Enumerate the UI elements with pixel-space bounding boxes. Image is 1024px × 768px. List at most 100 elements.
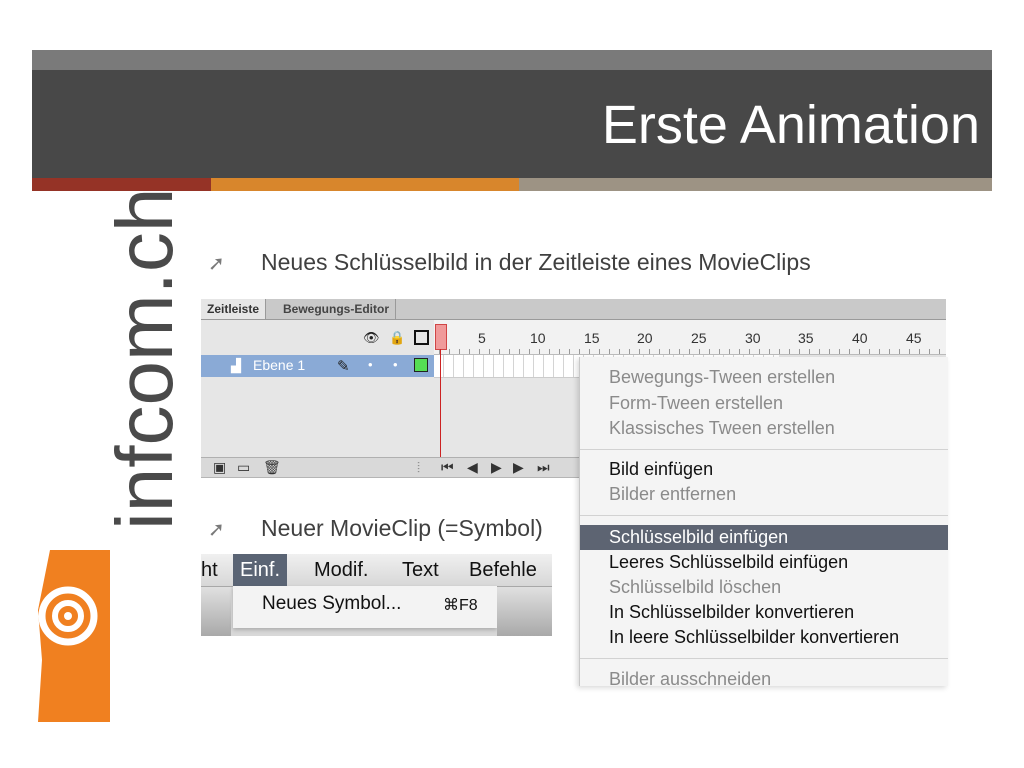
ruler-tick	[669, 349, 670, 354]
slide-title: Erste Animation	[601, 95, 980, 155]
menu-item-neues-symbol[interactable]: Neues Symbol...	[262, 593, 401, 615]
ruler-tick	[639, 349, 640, 354]
header-top-band	[32, 50, 992, 70]
trash-icon[interactable]: 🗑	[263, 459, 281, 476]
menu-separator	[580, 449, 948, 450]
menu-item-bild-einfuegen[interactable]: Bild einfügen	[580, 457, 948, 482]
step-back-icon[interactable]: ◀	[467, 459, 478, 476]
lock-dot[interactable]: •	[393, 357, 398, 372]
ruler-tick	[629, 349, 630, 354]
tab-bewegungs-editor[interactable]: Bewegungs-Editor	[277, 299, 397, 319]
ruler-tick	[459, 349, 460, 354]
toolbar-fragment-left	[201, 587, 231, 636]
ruler-tick	[619, 349, 620, 354]
logo-target-icon	[38, 550, 110, 722]
menu-text[interactable]: Text	[395, 554, 446, 586]
ruler-tick	[819, 349, 820, 354]
bullet-keyframe: ➚ Neues Schlüsselbild in der Zeitleiste …	[208, 249, 811, 276]
layer-name: Ebene 1	[253, 357, 306, 373]
ruler-tick	[529, 349, 530, 354]
menu-item-bewegungs-tween[interactable]: Bewegungs-Tween erstellen	[580, 365, 948, 390]
ruler-tick	[779, 349, 780, 354]
ruler-tick	[789, 349, 790, 354]
logo-text: infcom.ch	[100, 187, 189, 530]
menu-ansicht[interactable]: ht	[201, 554, 225, 586]
slide-header: Erste Animation	[32, 70, 992, 178]
menu-item-in-schluesselbilder[interactable]: In Schlüsselbilder konvertieren	[580, 600, 948, 625]
frame-number: 15	[584, 330, 600, 346]
menu-separator	[580, 658, 948, 659]
arrow-up-right-icon: ➚	[208, 253, 225, 275]
ruler-tick	[509, 349, 510, 354]
context-menu: Bewegungs-Tween erstellen Form-Tween ers…	[579, 357, 948, 686]
toolbar-fragment-right	[497, 587, 552, 636]
pencil-icon[interactable]: ✎	[337, 357, 350, 375]
menu-separator	[580, 515, 948, 516]
menu-item-klassisches-tween[interactable]: Klassisches Tween erstellen	[580, 416, 948, 441]
menu-einf[interactable]: Einf.	[233, 554, 288, 586]
ruler-tick	[449, 349, 450, 354]
frame-number: 40	[852, 330, 868, 346]
menu-item-leeres-schluesselbild[interactable]: Leeres Schlüsselbild einfügen	[580, 550, 948, 575]
ruler-tick	[839, 349, 840, 354]
step-forward-icon[interactable]: ▶	[513, 459, 524, 476]
accent-stripe-orange	[211, 178, 519, 191]
shortcut-label: ⌘F8	[443, 597, 478, 614]
visibility-dot[interactable]: •	[368, 357, 373, 372]
bullet-text: Neues Schlüsselbild in der Zeitleiste ei…	[261, 249, 811, 275]
lock-icon[interactable]: 🔒	[389, 330, 405, 346]
frame-number: 35	[798, 330, 814, 346]
frame-ruler: 1 5 10 15 20 25 30 35 40 45	[434, 320, 946, 355]
ruler-tick	[929, 349, 930, 354]
eye-icon[interactable]: 👁	[363, 330, 380, 346]
ruler-tick	[649, 349, 650, 354]
ruler-tick	[719, 349, 720, 354]
resize-grip-icon[interactable]: ⦙	[417, 459, 420, 476]
arrow-up-right-icon: ➚	[208, 519, 225, 541]
ruler-tick	[759, 349, 760, 354]
accent-stripe-taupe	[519, 178, 992, 191]
ruler-tick	[919, 349, 920, 354]
ruler-tick	[939, 349, 940, 354]
timeline-tabs: Zeitleiste Bewegungs-Editor	[201, 299, 946, 320]
ruler-tick	[889, 349, 890, 354]
ruler-tick	[579, 349, 580, 354]
frame-number: 25	[691, 330, 707, 346]
frame-number: 30	[745, 330, 761, 346]
ruler-tick	[739, 349, 740, 354]
menubar-panel: ht Einf. Modif. Text Befehle Neues Symbo…	[201, 554, 552, 636]
ruler-tick	[569, 349, 570, 354]
menu-item-bilder-entfernen[interactable]: Bilder entfernen	[580, 482, 948, 507]
tab-zeitleiste[interactable]: Zeitleiste	[201, 299, 267, 319]
menu-item-schluesselbild-einfuegen[interactable]: Schlüsselbild einfügen	[580, 525, 948, 550]
ruler-tick	[589, 349, 590, 354]
ruler-tick	[729, 349, 730, 354]
first-frame-icon[interactable]: ⏮	[441, 459, 454, 476]
menu-item-in-leere-schluesselbilder[interactable]: In leere Schlüsselbilder konvertieren	[580, 625, 948, 650]
menu-item-form-tween[interactable]: Form-Tween erstellen	[580, 391, 948, 416]
ruler-tick	[909, 349, 910, 354]
new-layer-icon[interactable]: ▣	[213, 459, 226, 476]
menu-item-schluesselbild-loeschen[interactable]: Schlüsselbild löschen	[580, 575, 948, 600]
dropdown-einf: Neues Symbol... ⌘F8	[233, 586, 497, 628]
new-folder-icon[interactable]: ▭	[237, 459, 250, 476]
menu-item-bilder-ausschneiden[interactable]: Bilder ausschneiden	[580, 667, 948, 686]
play-icon[interactable]: ▶	[491, 459, 502, 476]
frame-number: 10	[530, 330, 546, 346]
ruler-tick	[549, 349, 550, 354]
ruler-tick	[859, 349, 860, 354]
ruler-tick	[519, 349, 520, 354]
frame-number: 45	[906, 330, 922, 346]
playhead-marker[interactable]	[435, 324, 447, 350]
frame-number: 20	[637, 330, 653, 346]
outline-icon[interactable]	[414, 330, 429, 345]
ruler-tick	[599, 349, 600, 354]
menu-modif[interactable]: Modif.	[307, 554, 375, 586]
layer-row[interactable]: ▟ Ebene 1 ✎ • •	[201, 355, 434, 377]
last-frame-icon[interactable]: ⏭	[537, 459, 550, 476]
menu-befehle[interactable]: Befehle	[462, 554, 544, 586]
ruler-tick	[899, 349, 900, 354]
layer-color-box[interactable]	[414, 358, 428, 372]
ruler-tick	[559, 349, 560, 354]
ruler-tick	[799, 349, 800, 354]
